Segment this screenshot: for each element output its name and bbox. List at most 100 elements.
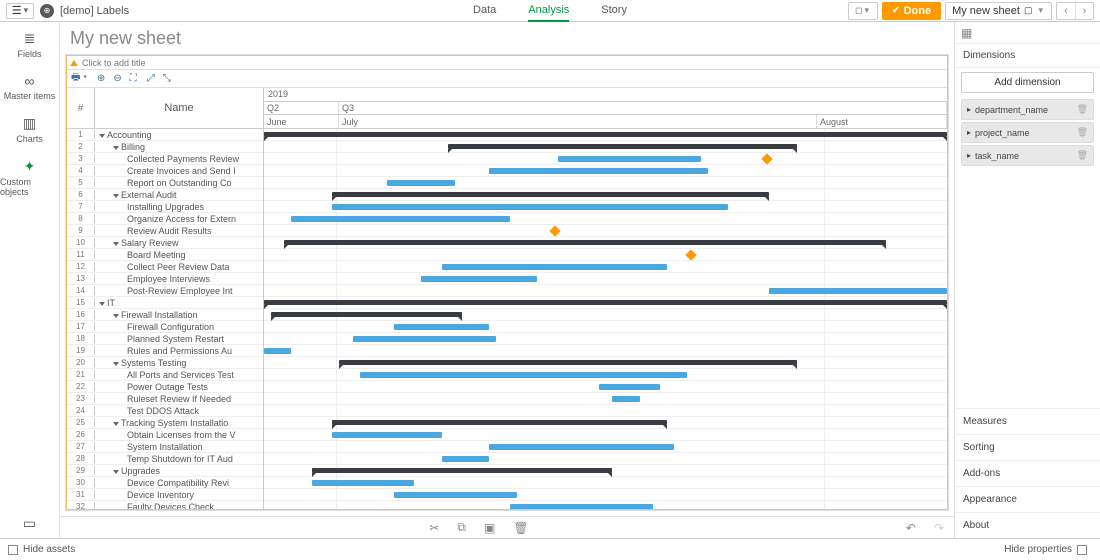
rail-charts[interactable]: ▥Charts bbox=[16, 115, 43, 144]
gantt-bar[interactable] bbox=[284, 240, 885, 245]
delete-icon[interactable]: 🗑 bbox=[513, 521, 528, 535]
paste-icon[interactable]: ▣ bbox=[484, 521, 495, 535]
dimension-item[interactable]: ▸project_name🗑 bbox=[961, 122, 1094, 143]
gantt-bar[interactable] bbox=[394, 492, 517, 498]
menu-button[interactable]: ☰▾ bbox=[6, 3, 34, 19]
rail-master-items[interactable]: ∞Master items bbox=[4, 73, 56, 101]
gantt-row[interactable]: 22Power Outage Tests bbox=[67, 381, 263, 393]
done-button[interactable]: Done bbox=[882, 2, 941, 20]
gantt-row[interactable]: 13Employee Interviews bbox=[67, 273, 263, 285]
hide-assets-button[interactable]: Hide assets bbox=[23, 544, 75, 555]
gantt-bar[interactable] bbox=[442, 456, 490, 462]
cut-icon[interactable]: ✂ bbox=[429, 521, 439, 535]
gantt-bar[interactable] bbox=[271, 312, 462, 317]
gantt-bar[interactable] bbox=[332, 192, 769, 197]
about-section[interactable]: About bbox=[955, 512, 1100, 538]
gantt-row[interactable]: 19Rules and Permissions Au bbox=[67, 345, 263, 357]
gantt-row[interactable]: 31Device Inventory bbox=[67, 489, 263, 501]
dimensions-header[interactable]: Dimensions bbox=[955, 44, 1100, 68]
gantt-bar[interactable] bbox=[332, 204, 728, 210]
gantt-row[interactable]: 14Post-Review Employee Int bbox=[67, 285, 263, 297]
gantt-row[interactable]: 21All Ports and Services Test bbox=[67, 369, 263, 381]
gantt-row[interactable]: 5Report on Outstanding Co bbox=[67, 177, 263, 189]
gantt-bar[interactable] bbox=[421, 276, 537, 282]
gantt-row[interactable]: 7Installing Upgrades bbox=[67, 201, 263, 213]
delete-icon[interactable]: 🗑 bbox=[1077, 127, 1088, 138]
rail-collapse[interactable]: ▭ bbox=[23, 515, 36, 532]
gantt-row[interactable]: 9Review Audit Results bbox=[67, 225, 263, 237]
gantt-row[interactable]: 24Test DDOS Attack bbox=[67, 405, 263, 417]
tab-data[interactable]: Data bbox=[473, 0, 496, 22]
hide-properties-button[interactable]: Hide properties bbox=[1004, 544, 1072, 555]
gantt-row[interactable]: 2Billing bbox=[67, 141, 263, 153]
gantt-bar[interactable] bbox=[332, 420, 667, 425]
bookmark-button[interactable]: ◻ ▾ bbox=[848, 2, 878, 20]
gantt-row[interactable]: 30Device Compatibility Revi bbox=[67, 477, 263, 489]
props-toggle-icon[interactable] bbox=[1077, 545, 1087, 555]
sorting-section[interactable]: Sorting bbox=[955, 434, 1100, 460]
gantt-visualization[interactable]: Click to add title 🖶 ▾ ⊕⊖⛶ ⤢⤡ # Name 1Ac… bbox=[66, 55, 948, 510]
gantt-bar[interactable] bbox=[264, 348, 291, 354]
gantt-bar[interactable] bbox=[599, 384, 660, 390]
dimension-item[interactable]: ▸department_name🗑 bbox=[961, 99, 1094, 120]
redo-icon[interactable]: ↷ bbox=[934, 521, 944, 535]
gantt-bar[interactable] bbox=[312, 480, 414, 486]
tab-analysis[interactable]: Analysis bbox=[528, 0, 569, 22]
next-sheet-button[interactable]: › bbox=[1075, 3, 1093, 19]
expand-icon[interactable]: ⤢ bbox=[147, 73, 155, 84]
prev-sheet-button[interactable]: ‹ bbox=[1057, 3, 1075, 19]
delete-icon[interactable]: 🗑 bbox=[1077, 150, 1088, 161]
gantt-row[interactable]: 29Upgrades bbox=[67, 465, 263, 477]
gantt-row[interactable]: 1Accounting bbox=[67, 129, 263, 141]
dimension-item[interactable]: ▸task_name🗑 bbox=[961, 145, 1094, 166]
gantt-row[interactable]: 23Ruleset Review If Needed bbox=[67, 393, 263, 405]
gantt-bar[interactable] bbox=[558, 156, 701, 162]
gantt-bar[interactable] bbox=[360, 372, 688, 378]
gantt-bar[interactable] bbox=[489, 444, 673, 450]
gantt-bar[interactable] bbox=[448, 144, 796, 149]
zoom-out-icon[interactable]: ⊖ bbox=[113, 73, 121, 84]
undo-icon[interactable]: ↶ bbox=[906, 521, 916, 535]
gantt-row[interactable]: 17Firewall Configuration bbox=[67, 321, 263, 333]
gantt-row[interactable]: 15IT bbox=[67, 297, 263, 309]
gantt-milestone[interactable] bbox=[686, 249, 697, 260]
gantt-row[interactable]: 20Systems Testing bbox=[67, 357, 263, 369]
print-icon[interactable]: 🖶 ▾ bbox=[71, 70, 87, 87]
gantt-row[interactable]: 3Collected Payments Review bbox=[67, 153, 263, 165]
table-icon[interactable]: ▦ bbox=[961, 26, 972, 40]
sheet-title[interactable]: My new sheet bbox=[60, 22, 954, 55]
gantt-row[interactable]: 32Faulty Devices Check bbox=[67, 501, 263, 509]
gantt-row[interactable]: 25Tracking System Installatio bbox=[67, 417, 263, 429]
tab-story[interactable]: Story bbox=[601, 0, 627, 22]
gantt-bar[interactable] bbox=[612, 396, 639, 402]
gantt-bar[interactable] bbox=[264, 300, 947, 305]
gantt-row[interactable]: 6External Audit bbox=[67, 189, 263, 201]
copy-icon[interactable]: ⧉ bbox=[457, 520, 466, 535]
gantt-row[interactable]: 12Collect Peer Review Data bbox=[67, 261, 263, 273]
zoom-fit-icon[interactable]: ⛶ bbox=[130, 73, 137, 84]
gantt-bar[interactable] bbox=[769, 288, 947, 294]
rail-fields[interactable]: ≣Fields bbox=[17, 30, 41, 59]
gantt-bar[interactable] bbox=[394, 324, 490, 330]
appearance-section[interactable]: Appearance bbox=[955, 486, 1100, 512]
gantt-bar[interactable] bbox=[332, 432, 441, 438]
gantt-milestone[interactable] bbox=[761, 153, 772, 164]
gantt-row[interactable]: 27System Installation bbox=[67, 441, 263, 453]
gantt-bar[interactable] bbox=[264, 132, 947, 137]
gantt-bar[interactable] bbox=[510, 504, 653, 509]
delete-icon[interactable]: 🗑 bbox=[1077, 104, 1088, 115]
gantt-row[interactable]: 4Create Invoices and Send I bbox=[67, 165, 263, 177]
gantt-bar[interactable] bbox=[387, 180, 455, 186]
gantt-row[interactable]: 28Temp Shutdown for IT Aud bbox=[67, 453, 263, 465]
gantt-bar[interactable] bbox=[353, 336, 496, 342]
add-dimension-button[interactable]: Add dimension bbox=[961, 72, 1094, 93]
gantt-milestone[interactable] bbox=[549, 225, 560, 236]
zoom-in-icon[interactable]: ⊕ bbox=[97, 73, 105, 84]
gantt-row[interactable]: 26Obtain Licenses from the V bbox=[67, 429, 263, 441]
gantt-row[interactable]: 8Organize Access for Extern bbox=[67, 213, 263, 225]
gantt-bar[interactable] bbox=[312, 468, 613, 473]
gantt-bar[interactable] bbox=[291, 216, 510, 222]
gantt-row[interactable]: 10Salary Review bbox=[67, 237, 263, 249]
rail-custom-objects[interactable]: ✦Custom objects bbox=[0, 158, 59, 197]
gantt-bar[interactable] bbox=[489, 168, 708, 174]
